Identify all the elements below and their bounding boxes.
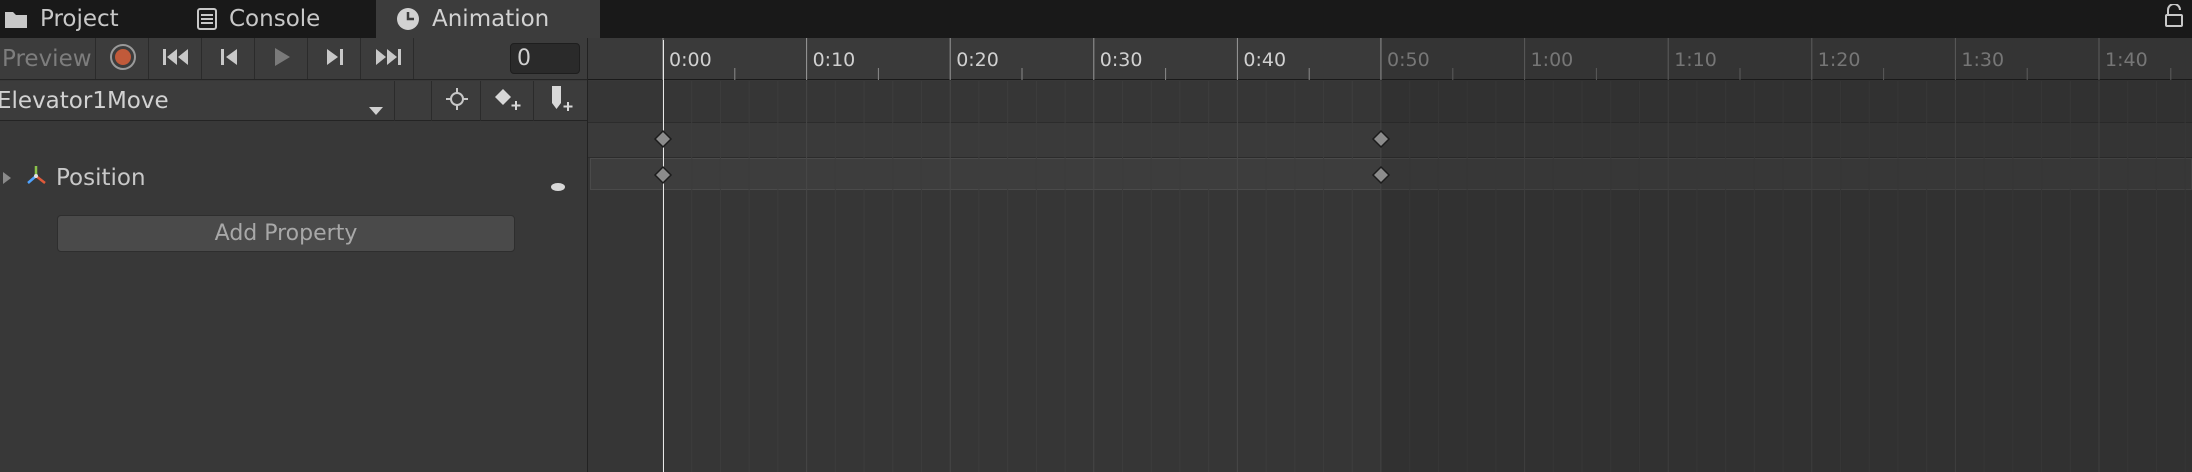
animation-toolbar: Preview 0 — [0, 38, 587, 80]
add-property-button[interactable]: Add Property — [57, 215, 515, 252]
property-label: Position — [56, 165, 146, 191]
property-list: Position Add Property — [0, 122, 587, 472]
frame-input[interactable]: 0 — [510, 43, 580, 74]
lock-icon[interactable] — [2164, 3, 2186, 32]
expand-triangle-icon[interactable] — [2, 165, 12, 191]
clock-icon — [396, 7, 420, 31]
summary-keyframe[interactable] — [1371, 129, 1391, 149]
clip-row: Elevator1Move — [0, 81, 587, 121]
position-keyframe[interactable] — [1371, 165, 1391, 185]
curve-dot-icon[interactable] — [550, 172, 566, 198]
add-event-icon — [547, 84, 575, 118]
tab-animation[interactable]: Animation — [376, 0, 600, 38]
empty-slot — [396, 81, 432, 121]
first-key-icon — [161, 47, 191, 71]
crosshair-icon — [445, 87, 469, 115]
tab-console[interactable]: Console — [193, 0, 373, 38]
transform-axes-icon — [24, 163, 48, 193]
preview-label: Preview — [2, 45, 92, 72]
add-keyframe-icon — [492, 86, 524, 116]
tab-label: Animation — [432, 6, 550, 32]
filter-by-selection-button[interactable] — [433, 81, 481, 121]
prev-keyframe-button[interactable] — [203, 38, 255, 79]
clip-name: Elevator1Move — [0, 88, 169, 114]
chevron-down-icon — [368, 96, 384, 122]
next-keyframe-button[interactable] — [309, 38, 361, 79]
summary-keyframe[interactable] — [653, 129, 673, 149]
prev-key-icon — [218, 47, 240, 71]
play-button[interactable] — [256, 38, 308, 79]
next-key-icon — [324, 47, 346, 71]
last-keyframe-button[interactable] — [362, 38, 414, 79]
clip-dropdown[interactable]: Elevator1Move — [0, 81, 395, 121]
record-icon — [109, 43, 137, 75]
position-keyframe[interactable] — [653, 165, 673, 185]
add-keyframe-button[interactable] — [482, 81, 534, 121]
playhead[interactable] — [663, 40, 664, 472]
last-key-icon — [373, 47, 403, 71]
console-icon — [197, 8, 217, 30]
preview-button[interactable]: Preview — [0, 38, 96, 79]
add-event-button[interactable] — [535, 81, 587, 121]
first-keyframe-button[interactable] — [150, 38, 202, 79]
play-icon — [272, 46, 292, 72]
tab-project[interactable]: Project — [0, 0, 180, 38]
keyframes-layer — [653, 129, 1391, 185]
outside-clip-shade — [1381, 38, 2192, 472]
ruler-tick-label: 0:20 — [956, 49, 999, 71]
tab-label: Console — [229, 6, 321, 32]
property-row-position[interactable]: Position — [0, 160, 587, 196]
record-button[interactable] — [97, 38, 149, 79]
tab-label: Project — [40, 6, 119, 32]
ruler-tick-label: 0:30 — [1100, 49, 1143, 71]
ruler-tick-label: 0:40 — [1243, 49, 1286, 71]
ruler-tick-label: 0:00 — [669, 49, 712, 71]
ruler-tick-label: 0:10 — [813, 49, 856, 71]
folder-icon — [4, 9, 28, 29]
